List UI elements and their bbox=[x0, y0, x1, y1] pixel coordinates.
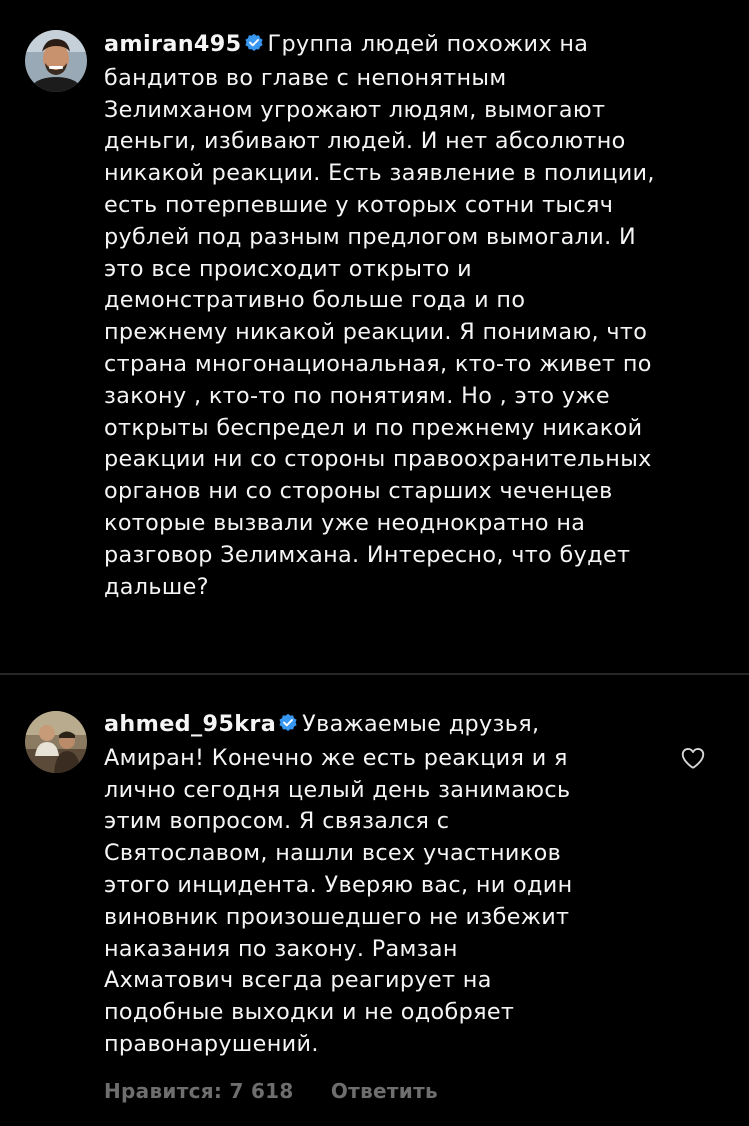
reply-body: ahmed_95kra Уважаемые друзья, Амиран! Кон… bbox=[104, 709, 644, 1061]
comment-line: разговор Зелимхана. Интересно, что будет bbox=[104, 541, 631, 568]
avatar-image bbox=[25, 711, 87, 773]
comment-line: Зелимханом угрожают людям, вымогают bbox=[104, 96, 606, 123]
comment-line: рублей под разным предлогом вымогали. И bbox=[104, 223, 636, 250]
reply-line: этим вопросом. Я связался с bbox=[104, 808, 450, 835]
comment-line: бандитов во главе с непонятным bbox=[104, 64, 507, 91]
reply-line: Амиран! Конечно же есть реакция и я bbox=[104, 744, 568, 771]
comment-line: amiran495 Группа людей похожих на bbox=[104, 29, 729, 63]
comment-actions: Нравится: 7 618 Ответить bbox=[104, 1079, 438, 1103]
reply-line: наказания по закону. Рамзан bbox=[104, 935, 458, 962]
username-link[interactable]: ahmed_95kra bbox=[104, 711, 276, 737]
reply-line: ahmed_95kra Уважаемые друзья, bbox=[104, 709, 644, 743]
heart-outline-icon[interactable] bbox=[679, 744, 707, 772]
comment-line: реакции ни со стороны правоохранительных bbox=[104, 446, 652, 473]
reply-line: Ахматович всегда реагирует на bbox=[104, 967, 492, 994]
avatar-image bbox=[25, 30, 87, 92]
reply-line: подобные выходки и не одобряет bbox=[104, 999, 515, 1026]
reply-line: Святославом, нашли всех участников bbox=[104, 840, 562, 867]
reply-comment: ahmed_95kra Уважаемые друзья, Амиран! Кон… bbox=[0, 675, 749, 1126]
comment-line: это все происходит открыто и bbox=[104, 255, 472, 282]
reply-line: правонарушений. bbox=[104, 1030, 319, 1057]
reply-line: лично сегодня целый день занимаюсь bbox=[104, 776, 571, 803]
comment-body: amiran495 Группа людей похожих на бандито… bbox=[104, 29, 729, 603]
comment-line: дальше? bbox=[104, 573, 209, 600]
comment-line: закону , кто-то по понятиям. Но , это уж… bbox=[104, 382, 610, 409]
reply-line: виновник произошедшего не избежит bbox=[104, 903, 570, 930]
comment-line: органов ни со стороны старших чеченцев bbox=[104, 478, 613, 505]
avatar-amiran495[interactable] bbox=[25, 30, 87, 92]
verified-badge-icon bbox=[244, 31, 264, 63]
original-comment: amiran495 Группа людей похожих на бандито… bbox=[0, 0, 749, 673]
comment-line: есть потерпевшие у которых сотни тысяч bbox=[104, 191, 614, 218]
comment-line: прежнему никакой реакции. Я понимаю, что bbox=[104, 319, 648, 346]
verified-badge-icon bbox=[278, 711, 298, 743]
likes-count-button[interactable]: Нравится: 7 618 bbox=[104, 1079, 294, 1103]
reply-button[interactable]: Ответить bbox=[331, 1079, 438, 1103]
comment-line: деньги, избивают людей. И нет абсолютно bbox=[104, 128, 626, 155]
username-link[interactable]: amiran495 bbox=[104, 31, 242, 57]
comment-line: которые вызвали уже неоднократно на bbox=[104, 509, 586, 536]
reply-line: этого инцидента. Уверяю вас, ни один bbox=[104, 871, 573, 898]
comment-line: открыты беспредел и по прежнему никакой bbox=[104, 414, 643, 441]
comment-line: никакой реакции. Есть заявление в полици… bbox=[104, 160, 655, 187]
comment-line: страна многонациональная, кто-то живет п… bbox=[104, 350, 652, 377]
avatar-ahmed_95kra[interactable] bbox=[25, 711, 87, 773]
comment-line: демонстративно больше года и по bbox=[104, 287, 526, 314]
